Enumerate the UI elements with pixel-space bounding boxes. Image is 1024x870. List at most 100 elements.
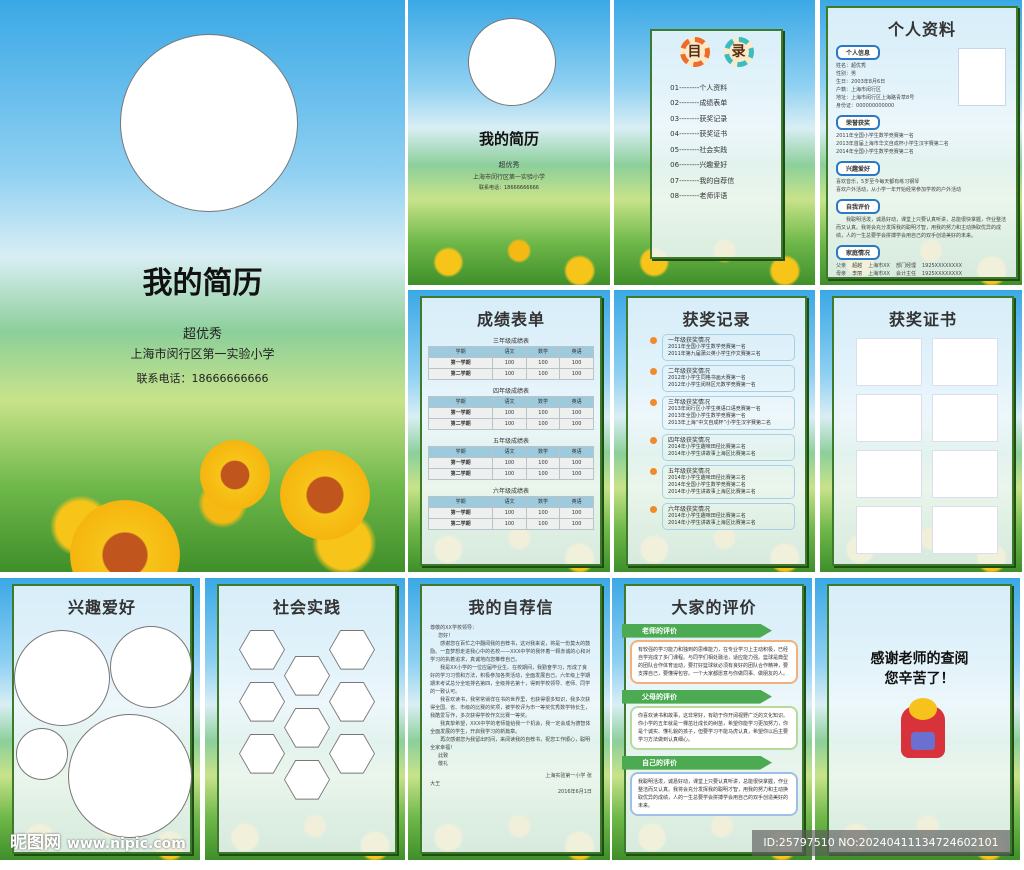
toc-item[interactable]: 07--------我的自荐信: [670, 174, 781, 190]
certificate-slot: [856, 449, 923, 498]
hobby-page: 兴趣爱好: [0, 578, 200, 860]
page-title: 大家的评价: [671, 597, 757, 617]
teacher-evaluation: 有较强的学习能力和独到的思维能力，在专业学习上主动积极，已经自学完成了多门课程。…: [630, 639, 798, 684]
award-group: 四年级获奖情况 2014年小学生趣味田径比赛第三名 2014年小学生讲故事上海区比赛…: [650, 433, 795, 461]
toc-dashes: --------: [679, 192, 700, 200]
backpack-icon: [901, 697, 946, 758]
gear-icon: 目: [679, 36, 710, 67]
award-heading: 六年级获奖情况: [668, 505, 711, 513]
award-group: 六年级获奖情况 2014年小学生趣味田径比赛第三名 2014年小学生讲故事上海区比赛…: [650, 502, 795, 530]
table-cell: 100: [525, 517, 561, 530]
header-cell: 英语: [559, 445, 594, 458]
thanks-page: 感谢老师的查阅 您辛苦了！: [815, 578, 1020, 860]
family-cell: 母亲: [836, 270, 847, 277]
header-cell: 学期: [428, 495, 494, 508]
letter-signature: 上海实验第一小学 张: [545, 772, 592, 779]
award-group: 五年级获奖情况 2014年小学生趣味田径比赛第三名 2014年全国小学生数学竞赛第二…: [650, 464, 795, 499]
sunflower: [200, 440, 270, 510]
family-cell: 1925XXXXXXXX: [921, 270, 963, 277]
toc-number: 03: [670, 114, 680, 123]
award-line: 2014年全国小学生数学竞赛第二名: [668, 481, 746, 488]
photo-circle: [468, 18, 556, 106]
toc-item[interactable]: 06--------兴趣爱好: [670, 158, 781, 174]
hexagon-photo-slot: [284, 655, 330, 696]
toc-item[interactable]: 04--------获奖证书: [670, 127, 781, 143]
table-cell: 100: [559, 356, 594, 369]
cover-name: 超优秀: [182, 327, 222, 342]
cover-page: 我的简历 超优秀 上海市闵行区第一实验小学 联系电话：18666666666: [0, 0, 405, 572]
header-cell: 学期: [428, 445, 494, 458]
letter-close: 此致: [438, 752, 449, 759]
toc-label: 获奖证书: [699, 130, 728, 138]
award-line: 2013年上海“中文自成杯”小学生汉字赛第二名: [668, 419, 771, 426]
cover-title: 我的简历: [478, 130, 539, 148]
toc-number: 08: [670, 192, 680, 200]
section-ribbon: 老师的评价: [622, 623, 772, 638]
letter-close: 敬礼: [438, 760, 449, 767]
award-group: 三年级获奖情况 2013年闵行区小学生英语口语竞赛第一名 2013年全国小学生数学竞…: [650, 395, 795, 430]
award-heading: 四年级获奖情况: [668, 436, 711, 444]
toc-item[interactable]: 01--------个人资料: [670, 81, 781, 97]
table-cell: 100: [492, 417, 527, 430]
toc-item[interactable]: 02--------成绩表单: [670, 96, 781, 112]
toc-item[interactable]: 05--------社会实践: [670, 143, 781, 159]
table-cell: 100: [525, 456, 561, 469]
cover-phone: 联系电话：18666666666: [136, 372, 269, 385]
table-cell: 100: [492, 517, 527, 530]
section-ribbon: 自己的评价: [622, 755, 772, 770]
watermark-logo: 昵图网 www.nipic.com: [10, 828, 186, 853]
table-cell: 100: [525, 406, 561, 419]
award-line: 2012年小学生同格书画大赛第一名: [668, 374, 746, 381]
table-cell: 100: [525, 367, 561, 380]
toc-dashes: --------: [679, 176, 700, 185]
award-line: 2011年第九届蒲公英小学生作文赛第三名: [668, 350, 761, 357]
header-cell: 语文: [492, 395, 527, 408]
honor-line: 2011年全国小学生数学竞赛第一名: [836, 132, 914, 139]
header-cell: 数学: [525, 395, 561, 408]
toc-number: 05: [670, 145, 680, 154]
header-cell: 英语: [559, 495, 594, 508]
table-cell: 100: [525, 356, 561, 369]
family-cell: 1925XXXXXXXX: [921, 262, 963, 269]
family-cell: 父亲: [836, 262, 847, 269]
toc-number: 07: [670, 176, 680, 185]
cover-title: 我的简历: [142, 266, 263, 301]
hexagon-photo-slot: [239, 681, 285, 722]
table-cell: 第一学期: [428, 506, 494, 519]
watermark-logo-text: 昵图网: [10, 833, 61, 853]
toc-dashes: --------: [679, 83, 700, 92]
table-row: 第一学期 100 100 100: [428, 506, 594, 519]
table-cell: 100: [559, 367, 594, 380]
profile-page: 个人资料 个人信息 姓名：超优秀 性别：男 生日：2003年8月6日 户籍：上海市闵行…: [820, 0, 1022, 285]
cover-page-small: 我的简历 超优秀 上海市闵行区第一实验小学 联系电话：18666666666: [408, 0, 610, 285]
certificate-slot: [932, 393, 999, 442]
toc-dashes: --------: [679, 130, 700, 138]
header-cell: 数学: [525, 345, 561, 358]
grade-table: 学期 语文 数学 英语 第一学期 100 100 100 第二学期 100 100 100: [428, 495, 594, 530]
toc-label: 老师评语: [699, 192, 728, 200]
award-line: 2014年小学生趣味田径比赛第三名: [668, 443, 746, 450]
award-heading: 三年级获奖情况: [668, 398, 711, 406]
table-row: 第二学期 100 100 100: [428, 467, 594, 480]
table-row: 第二学期 100 100 100: [428, 367, 594, 380]
award-line: 2014年小学生讲故事上海区比赛第三名: [668, 488, 756, 495]
evaluation-page: 大家的评价 老师的评价 有较强的学习能力和独到的思维能力，在专业学习上主动积极，…: [612, 578, 812, 860]
table-row: 第二学期 100 100 100: [428, 517, 594, 530]
header-cell: 数学: [525, 495, 561, 508]
sunflower: [70, 500, 180, 572]
toc-item[interactable]: 08--------老师评语: [670, 189, 781, 205]
table-cell: 100: [492, 367, 527, 380]
letter-greeting: 尊敬的XX学校领导：: [430, 624, 477, 631]
photo-circle: [120, 34, 298, 212]
table-cell: 第二学期: [428, 417, 494, 430]
toc-number: 06: [670, 161, 680, 169]
cover-school: 上海市闵行区第一实验小学: [130, 347, 275, 361]
family-cell: 李丽: [852, 270, 863, 277]
photo-circle: [14, 629, 110, 726]
toc-item[interactable]: 03--------获奖记录: [670, 112, 781, 128]
awards-page: 获奖记录 一年级获奖情况 2011年全国小学生数学竞赛第一名 2011年第九届蒲公英…: [614, 290, 815, 572]
header-cell: 语文: [492, 445, 527, 458]
photo-circle: [16, 727, 68, 780]
award-line: 2013年全国小学生数学竞赛第一名: [668, 412, 746, 419]
table-cell: 100: [492, 356, 527, 369]
